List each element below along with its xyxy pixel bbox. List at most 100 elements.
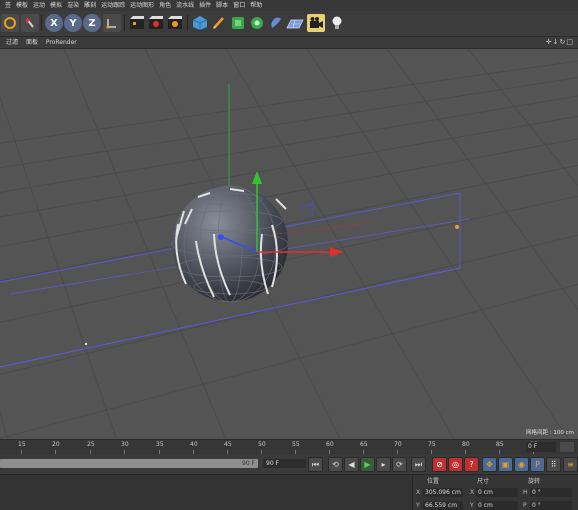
viewport-navigation-icons[interactable]: ✛↓↻□ <box>546 37 574 48</box>
menu-item[interactable]: 渲染 <box>67 0 79 11</box>
next-key-icon[interactable]: ⟳ <box>392 457 407 472</box>
viewport-menu-prorender[interactable]: ProRender <box>46 37 77 48</box>
tick-label: 65 <box>360 441 368 448</box>
preview-range-slider[interactable]: 90 F <box>0 459 258 468</box>
rotate-key-icon[interactable]: ◉ <box>514 457 529 472</box>
timeline-ruler[interactable]: 15 20 25 30 35 40 45 50 55 60 65 70 75 8… <box>0 439 578 455</box>
light-bulb-icon[interactable] <box>328 14 346 32</box>
point-level-icon[interactable]: ⠿ <box>546 457 561 472</box>
position-header: 位置 <box>427 478 440 485</box>
floor-grid <box>0 49 578 439</box>
move-key-icon[interactable]: ✥ <box>482 457 497 472</box>
z-axis-lock-button[interactable]: Z <box>83 14 101 32</box>
viewport-menu-panel[interactable]: 面板 <box>26 37 38 48</box>
tick-label: 20 <box>52 441 60 448</box>
menu-item[interactable]: 签 <box>5 0 11 11</box>
pen-spline-icon[interactable] <box>210 14 228 32</box>
position-y-label: Y <box>416 502 420 509</box>
coordinate-system-icon[interactable] <box>103 14 121 32</box>
render-view-icon[interactable] <box>128 14 146 32</box>
position-x-label: X <box>416 489 421 496</box>
size-x-label: X <box>470 489 475 496</box>
viewport-menu-bar: 过滤 面板 ProRender ✛↓↻□ <box>0 37 578 49</box>
bbox-corner <box>299 202 314 217</box>
grid-spacing-label: 网格间距 : 100 cm <box>526 430 574 436</box>
floor-icon[interactable] <box>286 14 304 32</box>
tick-label: 70 <box>394 441 402 448</box>
rotation-h-field[interactable]: 0 ° <box>530 488 572 497</box>
rotation-h-label: H <box>523 489 528 496</box>
keyframe-help-icon[interactable]: ? <box>464 457 479 472</box>
timeline-toggle-icon[interactable] <box>560 442 574 452</box>
timeline-menu-icon[interactable]: ≡ <box>563 457 578 472</box>
menu-item[interactable]: 脚本 <box>216 0 228 11</box>
render-to-picture-viewer-icon[interactable] <box>147 14 165 32</box>
next-frame-icon[interactable]: ▸ <box>376 457 391 472</box>
tick-label: 85 <box>496 441 504 448</box>
menu-item[interactable]: 模拟 <box>50 0 62 11</box>
deformer-icon[interactable] <box>267 14 285 32</box>
coordinates-panel: 位置 尺寸 旋转 X 305.096 cm X 0 cm H 0 ° Y 66.… <box>412 474 578 510</box>
axis-guide <box>275 222 371 235</box>
tick-label: 60 <box>326 441 334 448</box>
y-axis-lock-button[interactable]: Y <box>64 14 82 32</box>
end-frame-field[interactable]: 90 F <box>263 459 306 468</box>
toolbar-separator <box>187 15 188 31</box>
bbox-point <box>84 342 88 346</box>
tick-label: 15 <box>18 441 26 448</box>
menu-item[interactable]: 窗口 <box>233 0 245 11</box>
sphere-object[interactable] <box>172 186 288 302</box>
gizmo-z-handle[interactable] <box>218 234 224 240</box>
rotation-header: 旋转 <box>528 478 541 485</box>
menu-item[interactable]: 雕刻 <box>84 0 96 11</box>
bbox-handle[interactable] <box>455 225 459 229</box>
record-icon[interactable]: ⊘ <box>432 457 447 472</box>
menu-item[interactable]: 模板 <box>16 0 28 11</box>
go-to-start-icon[interactable]: ⏮ <box>308 457 323 472</box>
auto-key-icon[interactable]: ◎ <box>448 457 463 472</box>
toolbar-separator <box>124 15 125 31</box>
size-y-label: Y <box>470 502 474 509</box>
array-cloner-icon[interactable] <box>248 14 266 32</box>
menu-item[interactable]: 角色 <box>159 0 171 11</box>
menu-item[interactable]: 帮助 <box>250 0 262 11</box>
tick-label: 80 <box>462 441 470 448</box>
menu-item[interactable]: 运动跟踪 <box>101 0 125 11</box>
tick-label: 40 <box>190 441 198 448</box>
rotation-p-label: P <box>523 502 527 509</box>
toolbar-separator <box>41 15 42 31</box>
previous-frame-icon[interactable]: ◀ <box>344 457 359 472</box>
render-settings-icon[interactable] <box>166 14 184 32</box>
transport-bar: 90 F 90 F ⏮ ⟲ ◀ ▶ ▸ ⟳ ⏭ ⊘ ◎ ? ✥ ▣ ◉ P ⠿ … <box>0 454 578 474</box>
viewport-scene <box>0 49 578 439</box>
parameter-key-icon[interactable]: P <box>530 457 545 472</box>
scale-key-icon[interactable]: ▣ <box>498 457 513 472</box>
play-icon[interactable]: ▶ <box>360 457 375 472</box>
size-x-field[interactable]: 0 cm <box>476 488 518 497</box>
subdivision-surface-icon[interactable] <box>229 14 247 32</box>
menu-item[interactable]: 运动 <box>33 0 45 11</box>
current-frame-field[interactable]: 0 F <box>526 442 556 452</box>
menu-item[interactable]: 插件 <box>199 0 211 11</box>
tick-label: 50 <box>258 441 266 448</box>
range-end-label: 90 F <box>242 460 255 467</box>
go-to-end-icon[interactable]: ⏭ <box>411 457 426 472</box>
camera-icon[interactable] <box>307 14 325 32</box>
undo-icon[interactable] <box>21 14 39 32</box>
3d-viewport[interactable]: 网格间距 : 100 cm <box>0 49 578 439</box>
rotate-tool-icon[interactable] <box>1 14 19 32</box>
tick-label: 45 <box>224 441 232 448</box>
main-toolbar: X Y Z <box>0 11 578 37</box>
x-axis-lock-button[interactable]: X <box>45 14 63 32</box>
size-header: 尺寸 <box>477 478 490 485</box>
previous-key-icon[interactable]: ⟲ <box>328 457 343 472</box>
material-panel <box>0 474 412 510</box>
tick-label: 75 <box>428 441 436 448</box>
tick-label: 35 <box>156 441 164 448</box>
menu-item[interactable]: 流水线 <box>176 0 194 11</box>
viewport-menu-filter[interactable]: 过滤 <box>6 37 18 48</box>
tick-label: 55 <box>292 441 300 448</box>
menu-item[interactable]: 运动图形 <box>130 0 154 11</box>
cube-icon[interactable] <box>191 14 209 32</box>
position-x-field[interactable]: 305.096 cm <box>423 488 463 497</box>
